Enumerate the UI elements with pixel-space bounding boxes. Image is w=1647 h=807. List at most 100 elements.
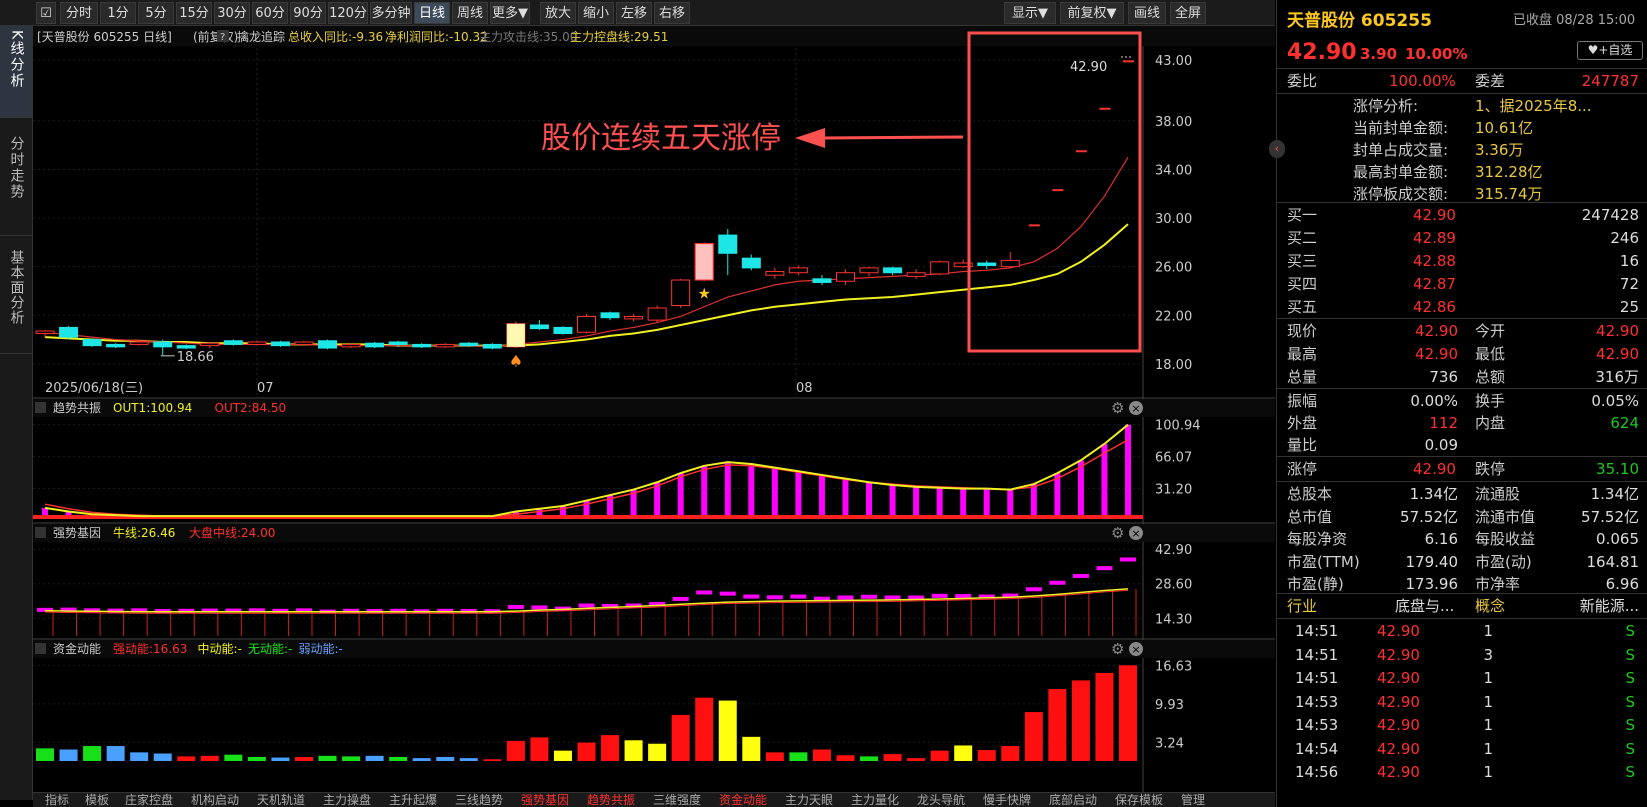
fund-bar bbox=[907, 758, 926, 761]
fundamental-label: 市盈(TTM) bbox=[1287, 552, 1360, 571]
trend-bar bbox=[936, 487, 943, 517]
profit-yoy: 净利润同比:-10.32 bbox=[385, 30, 488, 44]
indicator-tab-17[interactable]: 保存模板 bbox=[1115, 793, 1163, 807]
indicator-tab-16[interactable]: 底部启动 bbox=[1049, 793, 1097, 807]
fund-bar bbox=[1071, 680, 1090, 761]
settings-icon: ⚙ bbox=[1111, 399, 1124, 417]
candle-body bbox=[883, 267, 903, 274]
industry-value[interactable]: 底盘与... bbox=[1395, 594, 1454, 618]
indicator-tab-2[interactable]: 庄家控盘 bbox=[125, 793, 173, 807]
indicator-tab-3[interactable]: 机构启动 bbox=[191, 793, 239, 807]
indicator-tab-0[interactable]: 指标 bbox=[45, 793, 69, 807]
indicator-tab-12[interactable]: 主力天眼 bbox=[785, 793, 833, 807]
tab-1min[interactable]: 1分 bbox=[100, 2, 136, 24]
candle-body bbox=[59, 326, 79, 338]
concept-value[interactable]: 新能源... bbox=[1580, 594, 1639, 618]
limit-analysis-value: 3.36万 bbox=[1475, 141, 1524, 159]
tab-90min[interactable]: 90分 bbox=[290, 2, 326, 24]
start-date-label: 2025/06/18(三) bbox=[45, 381, 143, 396]
fundamental-value: 57.52亿 bbox=[1581, 507, 1639, 526]
display-menu-button[interactable]: 显示▼ bbox=[1004, 2, 1056, 24]
tick-volume: 1 bbox=[1483, 739, 1493, 758]
zoom-in-button[interactable]: 放大 bbox=[540, 2, 576, 24]
tab-30min[interactable]: 30分 bbox=[214, 2, 250, 24]
quote-label: 内盘 bbox=[1475, 414, 1506, 432]
indicator-tab-18[interactable]: 管理 bbox=[1181, 793, 1205, 807]
help-icon bbox=[35, 402, 46, 413]
fund-bar bbox=[836, 755, 855, 761]
star-icon: ★ bbox=[697, 284, 710, 302]
candle-body bbox=[176, 345, 196, 349]
gene-bar bbox=[743, 594, 760, 599]
month-label-aug: 08 bbox=[796, 381, 813, 396]
industry-label[interactable]: 行业 bbox=[1287, 594, 1317, 618]
trend-bar bbox=[1030, 484, 1037, 517]
tab-daily[interactable]: 日线 bbox=[414, 2, 450, 24]
indicator-tab-6[interactable]: 主升起爆 bbox=[389, 793, 437, 807]
fund-bar bbox=[59, 749, 78, 761]
indicator-tab-14[interactable]: 龙头导航 bbox=[917, 793, 965, 807]
fund-bar bbox=[389, 756, 408, 761]
indicator-tab-4[interactable]: 天机轨道 bbox=[257, 793, 305, 807]
indicator-tab-5[interactable]: 主力操盘 bbox=[323, 793, 371, 807]
fund-bar bbox=[153, 753, 172, 761]
candle-body bbox=[82, 339, 102, 347]
trend-bar bbox=[842, 478, 849, 517]
chart-area[interactable]: 43.00 38.00 34.00 30.00 26.00 22.00 18.00 [天普股份… bbox=[33, 26, 1275, 792]
tab-15min[interactable]: 15分 bbox=[176, 2, 212, 24]
panel3-y-label: 14.30 bbox=[1155, 612, 1192, 627]
adjust-menu-button[interactable]: 前复权▼ bbox=[1060, 2, 1124, 24]
indicator-tab-8[interactable]: 强势基因 bbox=[521, 793, 569, 807]
adjust-label: (前复权) bbox=[193, 29, 238, 44]
indicator-tab-1[interactable]: 模板 bbox=[85, 793, 109, 807]
tick-time: 14:51 bbox=[1295, 669, 1339, 687]
fundamental-label: 市盈(动) bbox=[1475, 552, 1532, 571]
checkbox-icon[interactable]: ☑ bbox=[36, 2, 56, 24]
tab-kline[interactable]: K线分析 bbox=[0, 26, 32, 118]
trend-bar bbox=[889, 485, 896, 517]
fund-bar bbox=[954, 745, 973, 761]
trend-bar bbox=[724, 462, 731, 517]
gene-bar bbox=[1096, 566, 1113, 571]
tick-side: S bbox=[1625, 763, 1635, 781]
candle-body bbox=[812, 278, 832, 283]
zoom-out-button[interactable]: 缩小 bbox=[578, 2, 614, 24]
tab-intraday-period[interactable]: 分时 bbox=[60, 2, 98, 24]
bid-level-label: 买四 bbox=[1287, 275, 1318, 293]
quote-value: 0.00% bbox=[1410, 392, 1458, 410]
close-icon-glyph: × bbox=[1131, 527, 1140, 540]
indicator-tab-7[interactable]: 三线趋势 bbox=[455, 793, 503, 807]
move-right-button[interactable]: 右移 bbox=[654, 2, 690, 24]
add-favorite-button[interactable]: ♥+自选 bbox=[1577, 41, 1643, 60]
tab-fundamental[interactable]: 基本面分析 bbox=[0, 236, 32, 354]
stock-code: 605255 bbox=[1360, 11, 1432, 31]
indicator-tab-13[interactable]: 主力量化 bbox=[851, 793, 899, 807]
limit-analysis-label: 涨停分析: bbox=[1353, 97, 1419, 115]
tab-5min[interactable]: 5分 bbox=[138, 2, 174, 24]
tick-side: S bbox=[1625, 692, 1635, 711]
draw-line-button[interactable]: 画线 bbox=[1128, 2, 1166, 24]
tab-intraday[interactable]: 分时走势 bbox=[0, 118, 32, 236]
tab-weekly[interactable]: 周线 bbox=[452, 2, 488, 24]
indicator-tab-9[interactable]: 趋势共振 bbox=[587, 793, 635, 807]
annotation-text: 股价连续五天涨停 bbox=[541, 121, 781, 156]
limit-down-value: 35.10 bbox=[1596, 460, 1639, 478]
concept-label[interactable]: 概念 bbox=[1475, 594, 1505, 618]
gene-bar bbox=[955, 594, 972, 599]
tick-volume: 1 bbox=[1483, 716, 1493, 734]
tab-multi-min[interactable]: 多分钟 bbox=[370, 2, 412, 24]
more-periods-button[interactable]: 更多▼ bbox=[490, 2, 530, 24]
y-tick-label: 38.00 bbox=[1155, 115, 1192, 130]
candle-body bbox=[270, 341, 290, 347]
tab-120min[interactable]: 120分 bbox=[328, 2, 368, 24]
tab-60min[interactable]: 60分 bbox=[252, 2, 288, 24]
move-left-button[interactable]: 左移 bbox=[616, 2, 652, 24]
indicator-tab-10[interactable]: 三维强度 bbox=[653, 793, 701, 807]
collapse-panel-icon[interactable]: ‹ bbox=[1269, 140, 1285, 158]
fullscreen-button[interactable]: 全屏 bbox=[1170, 2, 1206, 24]
indicator-tab-11[interactable]: 资金动能 bbox=[719, 793, 767, 807]
candle-body bbox=[365, 342, 385, 348]
indicator-tab-15[interactable]: 慢手快牌 bbox=[983, 793, 1031, 807]
fund-bar bbox=[742, 736, 761, 761]
limit-analysis-label: 当前封单金额: bbox=[1353, 119, 1449, 137]
